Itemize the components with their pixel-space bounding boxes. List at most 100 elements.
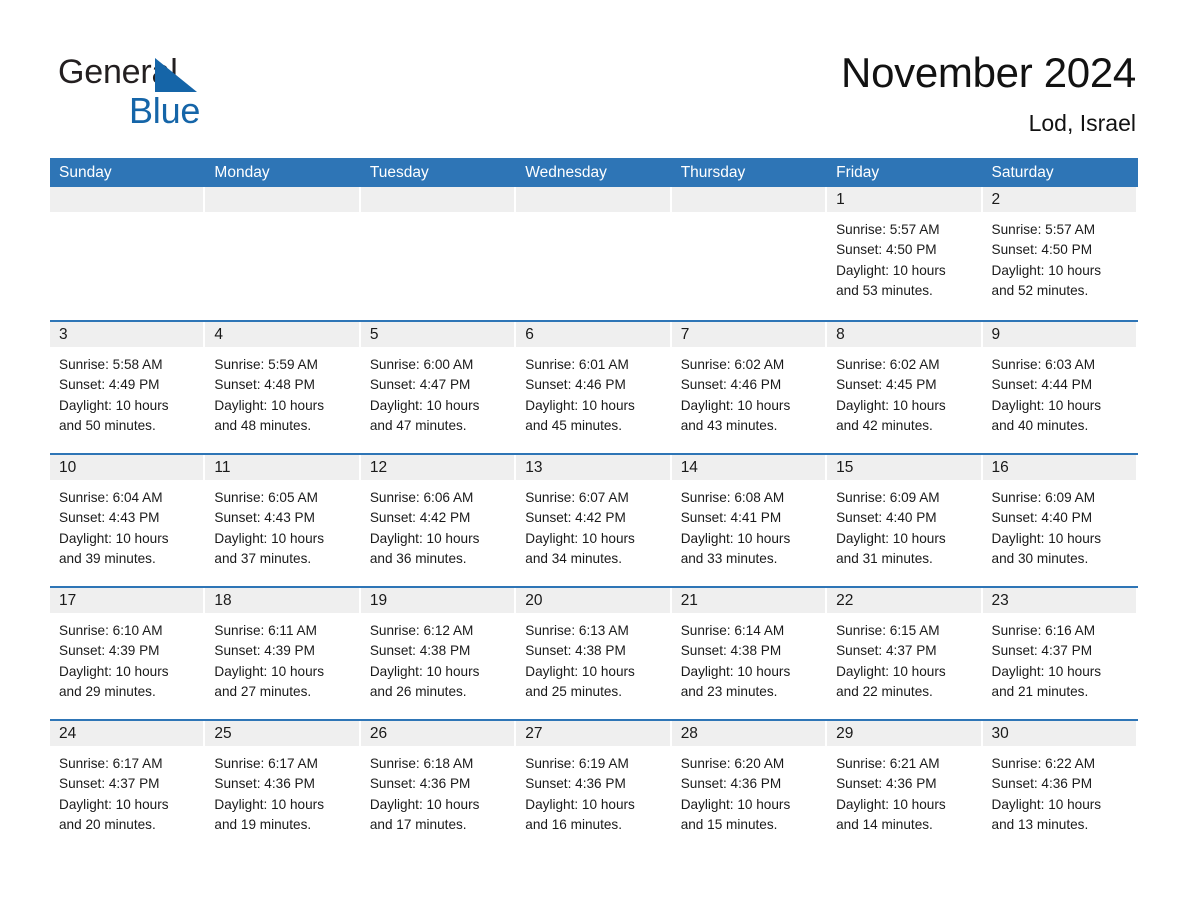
- daylight-text-line2: and 48 minutes.: [214, 417, 312, 433]
- calendar-day-cell[interactable]: 17 Sunrise: 6:10 AM Sunset: 4:39 PM Dayl…: [50, 588, 206, 719]
- day-details: Sunrise: 6:21 AM Sunset: 4:36 PM Dayligh…: [827, 746, 982, 835]
- day-details: Sunrise: 6:03 AM Sunset: 4:44 PM Dayligh…: [983, 347, 1138, 436]
- day-number: 9: [982, 322, 1136, 347]
- calendar-day-cell[interactable]: 30 Sunrise: 6:22 AM Sunset: 4:36 PM Dayl…: [982, 721, 1138, 852]
- calendar-day-cell[interactable]: 12 Sunrise: 6:06 AM Sunset: 4:42 PM Dayl…: [360, 455, 517, 586]
- calendar-day-cell[interactable]: 8 Sunrise: 6:02 AM Sunset: 4:45 PM Dayli…: [827, 322, 983, 453]
- calendar-day-cell[interactable]: 21 Sunrise: 6:14 AM Sunset: 4:38 PM Dayl…: [671, 588, 828, 719]
- calendar-day-cell[interactable]: 1 Sunrise: 5:57 AM Sunset: 4:50 PM Dayli…: [827, 187, 983, 320]
- day-details: Sunrise: 6:07 AM Sunset: 4:42 PM Dayligh…: [516, 480, 671, 569]
- sunset-text: Sunset: 4:42 PM: [369, 510, 471, 526]
- daylight-text-line2: and 43 minutes.: [680, 417, 778, 433]
- daylight-text-line1: Daylight: 10 hours: [991, 262, 1102, 278]
- calendar-day-cell[interactable]: 2 Sunrise: 5:57 AM Sunset: 4:50 PM Dayli…: [982, 187, 1138, 320]
- sunrise-text: Sunrise: 6:22 AM: [991, 756, 1096, 771]
- sunrise-text: Sunrise: 6:06 AM: [369, 490, 474, 505]
- sunset-text: Sunset: 4:47 PM: [369, 377, 471, 393]
- sunrise-text: Sunrise: 6:21 AM: [836, 756, 940, 771]
- daylight-text-line2: and 45 minutes.: [525, 417, 622, 433]
- day-details: Sunrise: 6:04 AM Sunset: 4:43 PM Dayligh…: [50, 480, 205, 569]
- day-number: 5: [360, 322, 515, 347]
- sunrise-text: Sunrise: 6:15 AM: [836, 623, 940, 638]
- calendar-day-cell[interactable]: 11 Sunrise: 6:05 AM Sunset: 4:43 PM Dayl…: [205, 455, 361, 586]
- calendar-week-row: 10 Sunrise: 6:04 AM Sunset: 4:43 PM Dayl…: [50, 453, 1138, 586]
- sunset-text: Sunset: 4:36 PM: [369, 776, 471, 792]
- calendar-day-cell[interactable]: 28 Sunrise: 6:20 AM Sunset: 4:36 PM Dayl…: [671, 721, 828, 852]
- daylight-text-line1: Daylight: 10 hours: [836, 663, 946, 679]
- sunset-text: Sunset: 4:36 PM: [214, 776, 315, 792]
- daylight-text-line1: Daylight: 10 hours: [59, 796, 169, 812]
- sunset-text: Sunset: 4:36 PM: [991, 776, 1093, 792]
- brand-name-blue: Blue: [129, 90, 201, 131]
- sunrise-text: Sunrise: 6:13 AM: [525, 623, 629, 638]
- calendar-day-cell[interactable]: 22 Sunrise: 6:15 AM Sunset: 4:37 PM Dayl…: [827, 588, 983, 719]
- calendar-day-cell[interactable]: 14 Sunrise: 6:08 AM Sunset: 4:41 PM Dayl…: [671, 455, 828, 586]
- sunset-text: Sunset: 4:38 PM: [369, 643, 471, 659]
- daylight-text-line2: and 52 minutes.: [991, 282, 1089, 298]
- calendar-day-cell[interactable]: 5 Sunrise: 6:00 AM Sunset: 4:47 PM Dayli…: [360, 322, 517, 453]
- daylight-text-line2: and 39 minutes.: [59, 550, 156, 566]
- sunrise-text: Sunrise: 6:17 AM: [59, 756, 163, 771]
- calendar-day-cell[interactable]: [50, 187, 206, 320]
- calendar-day-cell[interactable]: 27 Sunrise: 6:19 AM Sunset: 4:36 PM Dayl…: [516, 721, 672, 852]
- sunset-text: Sunset: 4:43 PM: [59, 510, 160, 526]
- day-details: Sunrise: 5:59 AM Sunset: 4:48 PM Dayligh…: [205, 347, 360, 436]
- brand-logo[interactable]: General Blue: [58, 52, 338, 132]
- calendar-day-cell[interactable]: 3 Sunrise: 5:58 AM Sunset: 4:49 PM Dayli…: [50, 322, 206, 453]
- calendar-day-cell[interactable]: 4 Sunrise: 5:59 AM Sunset: 4:48 PM Dayli…: [205, 322, 361, 453]
- sunset-text: Sunset: 4:43 PM: [214, 510, 315, 526]
- sunset-text: Sunset: 4:39 PM: [214, 643, 315, 659]
- daylight-text-line1: Daylight: 10 hours: [59, 663, 169, 679]
- calendar-grid: Sunday Monday Tuesday Wednesday Thursday…: [50, 158, 1138, 852]
- sunset-text: Sunset: 4:39 PM: [59, 643, 160, 659]
- daylight-text-line2: and 26 minutes.: [369, 683, 467, 699]
- calendar-day-cell[interactable]: 26 Sunrise: 6:18 AM Sunset: 4:36 PM Dayl…: [360, 721, 517, 852]
- daylight-text-line1: Daylight: 10 hours: [991, 397, 1102, 413]
- calendar-day-cell[interactable]: 29 Sunrise: 6:21 AM Sunset: 4:36 PM Dayl…: [827, 721, 983, 852]
- page-header: General Blue November 2024 Lod, Israel: [0, 0, 1188, 158]
- sunset-text: Sunset: 4:38 PM: [680, 643, 782, 659]
- calendar-day-cell[interactable]: 19 Sunrise: 6:12 AM Sunset: 4:38 PM Dayl…: [360, 588, 517, 719]
- day-details: Sunrise: 6:12 AM Sunset: 4:38 PM Dayligh…: [361, 613, 516, 702]
- day-number: 2: [982, 187, 1136, 212]
- day-number: 28: [671, 721, 826, 746]
- calendar-day-cell[interactable]: 7 Sunrise: 6:02 AM Sunset: 4:46 PM Dayli…: [671, 322, 828, 453]
- sunrise-text: Sunrise: 6:00 AM: [369, 357, 474, 372]
- calendar-day-cell[interactable]: 10 Sunrise: 6:04 AM Sunset: 4:43 PM Dayl…: [50, 455, 206, 586]
- calendar-day-cell[interactable]: [671, 187, 828, 320]
- calendar-day-cell[interactable]: 16 Sunrise: 6:09 AM Sunset: 4:40 PM Dayl…: [982, 455, 1138, 586]
- sunset-text: Sunset: 4:38 PM: [525, 643, 626, 659]
- brand-logo-top: General: [58, 52, 338, 92]
- calendar-day-cell[interactable]: 13 Sunrise: 6:07 AM Sunset: 4:42 PM Dayl…: [516, 455, 672, 586]
- daylight-text-line2: and 21 minutes.: [991, 683, 1089, 699]
- weekday-header-monday: Monday: [214, 164, 270, 181]
- day-details: Sunrise: 6:14 AM Sunset: 4:38 PM Dayligh…: [672, 613, 827, 702]
- daylight-text-line2: and 31 minutes.: [836, 550, 933, 566]
- day-number: 17: [50, 588, 204, 613]
- day-details: [516, 212, 671, 220]
- sunset-text: Sunset: 4:49 PM: [59, 377, 160, 393]
- daylight-text-line2: and 17 minutes.: [369, 816, 467, 832]
- calendar-day-cell[interactable]: 15 Sunrise: 6:09 AM Sunset: 4:40 PM Dayl…: [827, 455, 983, 586]
- sunrise-text: Sunrise: 5:58 AM: [59, 357, 163, 372]
- calendar-day-cell[interactable]: 6 Sunrise: 6:01 AM Sunset: 4:46 PM Dayli…: [516, 322, 672, 453]
- calendar-day-cell[interactable]: [205, 187, 361, 320]
- calendar-day-cell[interactable]: 23 Sunrise: 6:16 AM Sunset: 4:37 PM Dayl…: [982, 588, 1138, 719]
- daylight-text-line2: and 33 minutes.: [680, 550, 778, 566]
- calendar-day-cell[interactable]: [360, 187, 517, 320]
- calendar-day-cell[interactable]: 25 Sunrise: 6:17 AM Sunset: 4:36 PM Dayl…: [205, 721, 361, 852]
- daylight-text-line2: and 23 minutes.: [680, 683, 778, 699]
- brand-logo-bottom: Blue: [58, 92, 338, 132]
- day-number: [205, 187, 359, 212]
- calendar-day-cell[interactable]: 9 Sunrise: 6:03 AM Sunset: 4:44 PM Dayli…: [982, 322, 1138, 453]
- sunset-text: Sunset: 4:46 PM: [525, 377, 626, 393]
- sunrise-text: Sunrise: 6:18 AM: [369, 756, 474, 771]
- daylight-text-line1: Daylight: 10 hours: [369, 530, 480, 546]
- day-details: Sunrise: 5:57 AM Sunset: 4:50 PM Dayligh…: [983, 212, 1138, 301]
- calendar-day-cell[interactable]: 20 Sunrise: 6:13 AM Sunset: 4:38 PM Dayl…: [516, 588, 672, 719]
- calendar-day-cell[interactable]: [516, 187, 672, 320]
- calendar-day-cell[interactable]: 24 Sunrise: 6:17 AM Sunset: 4:37 PM Dayl…: [50, 721, 206, 852]
- calendar-day-cell[interactable]: 18 Sunrise: 6:11 AM Sunset: 4:39 PM Dayl…: [205, 588, 361, 719]
- day-number: 20: [516, 588, 670, 613]
- sunrise-text: Sunrise: 6:04 AM: [59, 490, 163, 505]
